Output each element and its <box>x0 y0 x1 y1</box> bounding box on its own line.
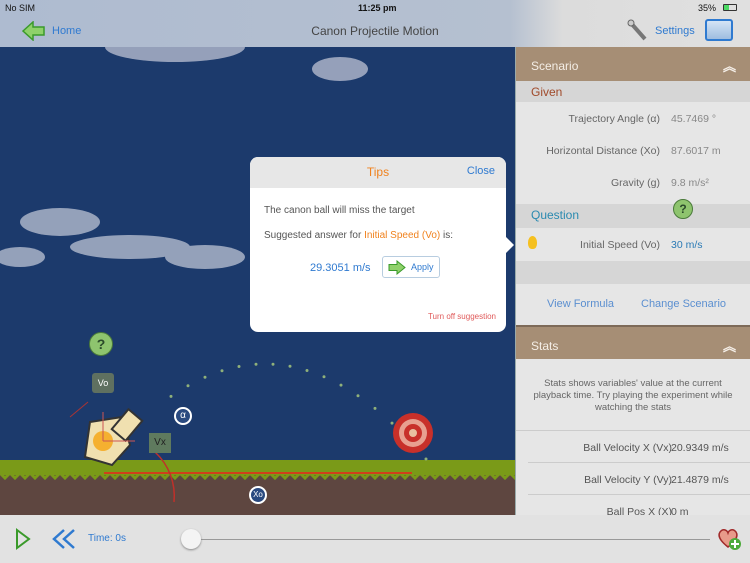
given-row: Gravity (g) 9.8 m/s² <box>610 177 709 189</box>
trajectory-dot <box>169 394 173 398</box>
trajectory-dot <box>424 457 428 461</box>
stats-header[interactable]: Stats ︽ <box>516 325 750 359</box>
slider-thumb[interactable] <box>181 529 201 549</box>
stats-description: Stats shows variables' value at the curr… <box>516 359 750 431</box>
playback-bar: Time: 0s <box>0 515 750 563</box>
trajectory-dot <box>305 368 309 372</box>
scenario-header[interactable]: Scenario ︽ <box>516 47 750 81</box>
given-row: Trajectory Angle (α) 45.7469 ° <box>568 113 717 125</box>
turn-off-suggestion-link[interactable]: Turn off suggestion <box>428 312 496 321</box>
tips-popup: Tips Close The canon ball will miss the … <box>250 157 514 332</box>
favorite-add-icon[interactable] <box>717 527 743 551</box>
rewind-icon[interactable] <box>52 528 76 550</box>
play-icon[interactable] <box>15 528 31 550</box>
cannon-icon <box>83 407 144 467</box>
trajectory-dots <box>169 362 428 461</box>
trajectory-dot <box>186 384 190 388</box>
trajectory-dot <box>322 375 326 379</box>
suggested-answer: 29.3051 m/s <box>310 262 371 274</box>
status-bar: No SIM 11:25 pm 35% <box>0 0 750 15</box>
trajectory-dot <box>237 364 241 368</box>
trajectory-dot <box>356 394 360 398</box>
settings-button[interactable]: Settings <box>655 25 695 37</box>
trajectory-dot <box>339 383 343 387</box>
stat-row: Ball Velocity Y (Vy) 21.4879 m/s <box>528 463 750 495</box>
tips-header: Tips Close <box>250 157 506 188</box>
battery-icon <box>723 4 737 11</box>
carrier: No SIM <box>5 3 36 13</box>
apply-arrow-icon <box>388 260 406 275</box>
question-marker[interactable]: ? <box>673 199 693 219</box>
close-button[interactable]: Close <box>467 165 495 177</box>
given-row: Horizontal Distance (Xo) 87.6017 m <box>546 145 721 157</box>
trajectory-dot <box>288 364 292 368</box>
trajectory-dot <box>271 362 275 366</box>
apply-button[interactable]: Apply <box>382 256 440 278</box>
stat-row: Ball Velocity X (Vx) 20.9349 m/s <box>528 431 750 463</box>
wrench-icon[interactable] <box>627 19 649 43</box>
nav-bar: Home Canon Projectile Motion Settings <box>0 15 750 47</box>
vx-label[interactable]: Vx <box>149 433 171 453</box>
given-section: Given <box>516 81 750 102</box>
panel-toggle-button[interactable] <box>705 19 733 41</box>
view-formula-button[interactable]: View Formula <box>547 298 614 310</box>
vo-label[interactable]: Vo <box>92 373 114 393</box>
question-marker[interactable]: ? <box>89 332 113 356</box>
tips-suggestion: Suggested answer for Initial Speed (Vo) … <box>264 230 454 241</box>
trajectory-dot <box>254 362 258 366</box>
timeline-slider[interactable] <box>190 539 710 540</box>
target-icon <box>393 413 433 453</box>
collapse-chevron-icon[interactable]: ︽ <box>723 56 736 75</box>
side-panel: Scenario ︽ Given Trajectory Angle (α) 45.7… <box>515 47 750 515</box>
trajectory-dot <box>373 406 377 410</box>
stat-row: Ball Pos X (X) 0 m <box>528 495 750 515</box>
change-scenario-button[interactable]: Change Scenario <box>641 298 726 310</box>
xo-label[interactable]: Xo <box>249 486 267 504</box>
lightbulb-icon[interactable] <box>528 236 537 249</box>
question-section: Question ? <box>516 199 750 228</box>
trajectory-dot <box>220 369 224 373</box>
time-label: Time: 0s <box>88 533 126 544</box>
question-row[interactable]: Initial Speed (Vo) 30 m/s <box>516 228 750 261</box>
trajectory-dot <box>203 375 207 379</box>
collapse-chevron-icon[interactable]: ︽ <box>723 336 736 355</box>
battery-percent: 35% <box>698 3 717 13</box>
tips-message: The canon ball will miss the target <box>264 205 415 216</box>
clock: 11:25 pm <box>358 3 397 13</box>
alpha-label[interactable]: α <box>174 407 192 425</box>
trajectory-dot <box>390 421 394 425</box>
